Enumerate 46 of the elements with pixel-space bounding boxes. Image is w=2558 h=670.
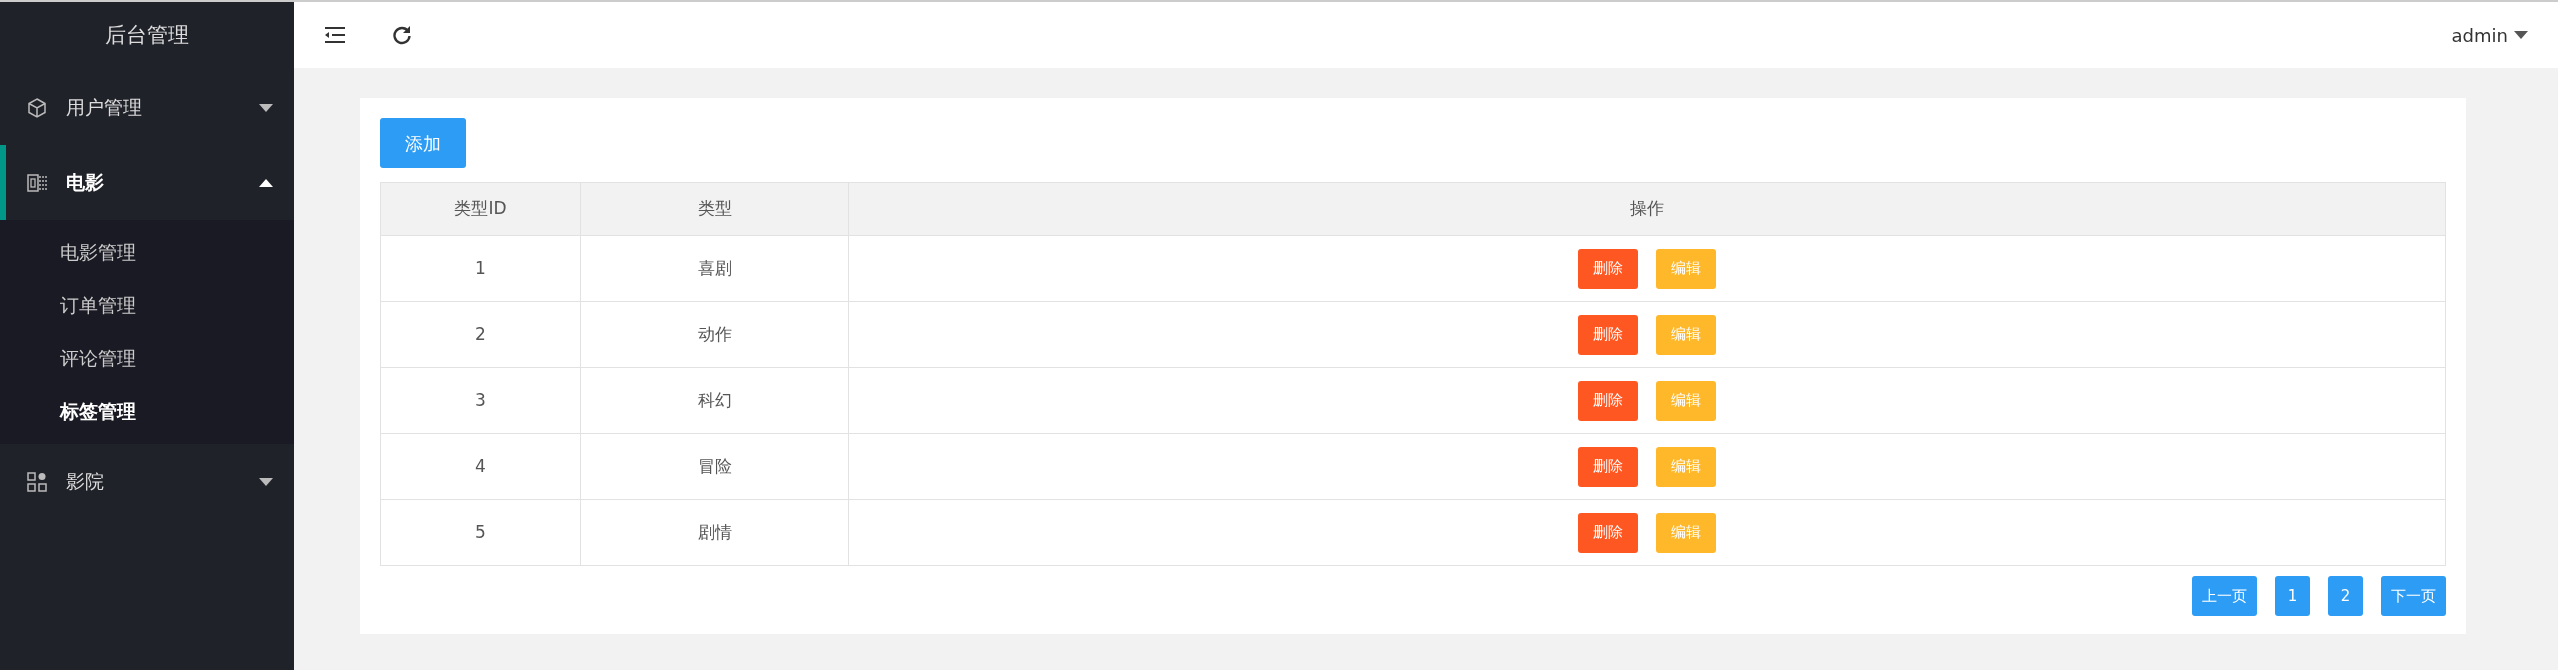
edit-button[interactable]: 编辑	[1656, 314, 1716, 355]
table-cell: 1	[380, 235, 581, 302]
sidebar-item[interactable]: 用户管理	[0, 70, 294, 145]
film-icon	[26, 171, 48, 194]
table-cell: 3	[380, 367, 581, 434]
edit-button[interactable]: 编辑	[1656, 248, 1716, 289]
delete-button[interactable]: 删除	[1578, 314, 1638, 355]
sidebar-item[interactable]: 影院	[0, 444, 294, 519]
table-cell: 剧情	[580, 499, 849, 566]
next-page-button[interactable]: 下一页	[2381, 576, 2446, 616]
table-cell: 4	[380, 433, 581, 500]
submenu-item[interactable]: 评论管理	[0, 332, 294, 385]
edit-button[interactable]: 编辑	[1656, 512, 1716, 553]
table-cell: 冒险	[580, 433, 849, 500]
delete-button[interactable]: 删除	[1578, 446, 1638, 487]
cube-icon	[26, 96, 48, 119]
column-header: 类型	[580, 182, 849, 236]
edit-button[interactable]: 编辑	[1656, 446, 1716, 487]
submenu-item[interactable]: 电影管理	[0, 226, 294, 279]
table-cell: 喜剧	[580, 235, 849, 302]
delete-button[interactable]: 删除	[1578, 512, 1638, 553]
page-button[interactable]: 1	[2275, 576, 2310, 616]
refresh-icon[interactable]	[392, 25, 412, 45]
page-button[interactable]: 2	[2328, 576, 2363, 616]
previous-page-button[interactable]: 上一页	[2192, 576, 2257, 616]
column-header: 操作	[848, 182, 2446, 236]
menu-icon[interactable]	[324, 26, 346, 44]
add-button[interactable]: 添加	[380, 118, 466, 168]
delete-button[interactable]: 删除	[1578, 248, 1638, 289]
table-cell: 科幻	[580, 367, 849, 434]
user-menu[interactable]: admin	[2451, 21, 2528, 49]
table-cell: 2	[380, 301, 581, 368]
caret-icon	[2514, 31, 2528, 39]
sidebar-item[interactable]: 电影	[0, 145, 294, 220]
table-cell: 5	[380, 499, 581, 566]
app-title: 后台管理	[104, 22, 190, 50]
apps-icon	[26, 470, 48, 493]
column-header: 类型ID	[380, 182, 581, 236]
delete-button[interactable]: 删除	[1578, 380, 1638, 421]
table-cell: 动作	[580, 301, 849, 368]
submenu-item[interactable]: 标签管理	[0, 385, 294, 438]
caret-icon	[258, 476, 274, 487]
caret-icon	[258, 102, 274, 113]
caret-icon	[258, 177, 274, 188]
edit-button[interactable]: 编辑	[1656, 380, 1716, 421]
submenu-item[interactable]: 订单管理	[0, 279, 294, 332]
